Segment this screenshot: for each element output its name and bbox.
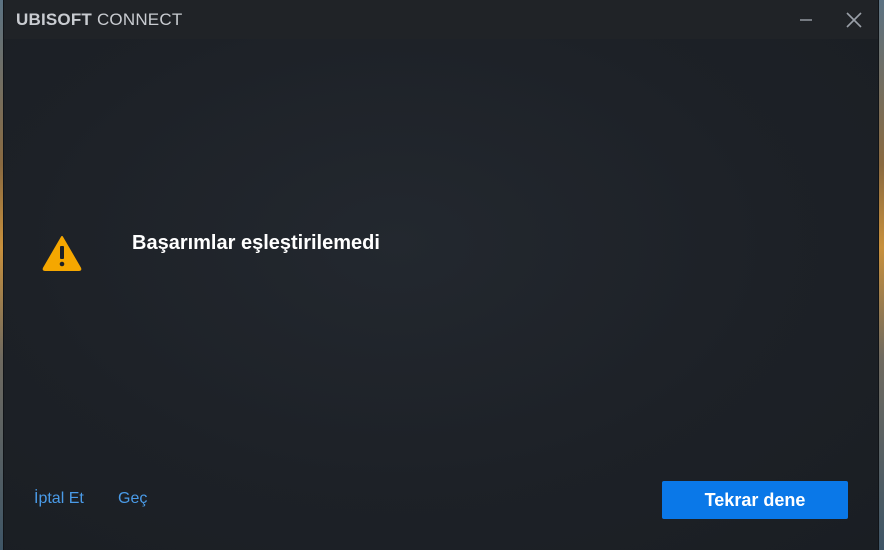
skip-link[interactable]: Geç — [118, 490, 147, 508]
retry-button[interactable]: Tekrar dene — [662, 481, 848, 519]
minimize-button[interactable] — [792, 6, 820, 34]
minimize-icon — [800, 19, 812, 21]
close-icon — [846, 12, 862, 28]
warning-icon — [42, 236, 82, 271]
close-button[interactable] — [840, 6, 868, 34]
app-logo: UBISOFT CONNECT — [16, 10, 182, 30]
title-bar[interactable]: UBISOFT CONNECT — [4, 0, 878, 39]
error-message: Başarımlar eşleştirilemedi — [132, 232, 380, 254]
ubisoft-connect-window: UBISOFT CONNECT Başarımlar eşleştirileme… — [4, 0, 878, 550]
dialog-content: Başarımlar eşleştirilemedi İptal Et Geç … — [4, 39, 878, 550]
logo-brand-light: CONNECT — [96, 9, 183, 29]
cancel-link[interactable]: İptal Et — [34, 490, 84, 508]
logo-brand-bold: UBISOFT — [16, 9, 93, 29]
